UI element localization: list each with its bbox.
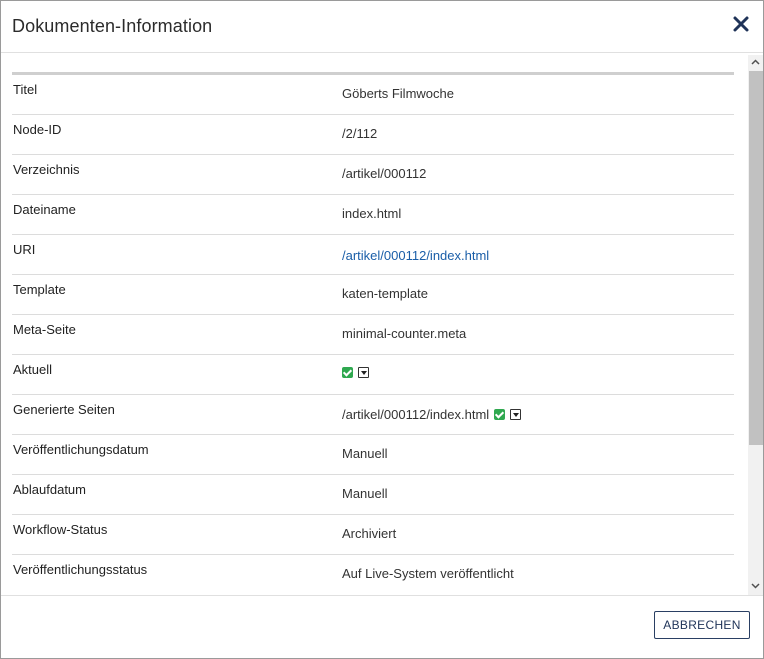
row-value-publish-date: Manuell <box>342 446 388 461</box>
document-info-dialog: Dokumenten-Information Titel Göberts Fil… <box>0 0 764 659</box>
vertical-scrollbar[interactable] <box>748 55 763 595</box>
row-label-directory: Verzeichnis <box>13 162 80 177</box>
scroll-up-arrow-icon[interactable] <box>748 55 763 69</box>
cancel-button[interactable]: ABBRECHEN <box>654 611 750 639</box>
table-row: Meta-Seite minimal-counter.meta <box>12 315 734 355</box>
row-label-publish-date: Veröffentlichungsdatum <box>13 442 149 457</box>
uri-link[interactable]: /artikel/000112/index.html <box>342 248 489 263</box>
row-label-generated-pages: Generierte Seiten <box>13 402 115 417</box>
row-label-title: Titel <box>13 82 38 97</box>
row-label-expiry-date: Ablaufdatum <box>13 482 86 497</box>
dropdown-icon[interactable] <box>510 409 522 420</box>
table-row: Titel Göberts Filmwoche <box>12 75 734 115</box>
dialog-header: Dokumenten-Information <box>1 1 763 53</box>
row-value-filename: index.html <box>342 206 402 221</box>
row-label-filename: Dateiname <box>13 202 76 217</box>
close-icon[interactable] <box>731 14 751 34</box>
row-value-current <box>342 367 369 378</box>
row-value-directory: /artikel/000112 <box>342 166 427 181</box>
dialog-content: Titel Göberts Filmwoche Node-ID /2/112 V… <box>1 54 763 594</box>
table-row: Veröffentlichungsstatus Auf Live-System … <box>12 555 734 594</box>
row-label-workflow-status: Workflow-Status <box>13 522 108 537</box>
row-value-workflow-status: Archiviert <box>342 526 397 541</box>
table-row: Ablaufdatum Manuell <box>12 475 734 515</box>
row-value-template: katen-template <box>342 286 428 301</box>
row-label-node-id: Node-ID <box>13 122 62 137</box>
table-row: Aktuell <box>12 355 734 395</box>
generated-page-path: /artikel/000112/index.html <box>342 407 490 422</box>
table-row: URI /artikel/000112/index.html <box>12 235 734 275</box>
dropdown-icon[interactable] <box>358 367 369 378</box>
row-label-template: Template <box>13 282 66 297</box>
scrollbar-thumb[interactable] <box>749 71 763 445</box>
row-value-meta-page: minimal-counter.meta <box>342 326 467 341</box>
check-icon <box>494 409 506 420</box>
info-table: Titel Göberts Filmwoche Node-ID /2/112 V… <box>12 75 734 594</box>
table-row: Generierte Seiten /artikel/000112/index.… <box>12 395 734 435</box>
row-label-publish-status: Veröffentlichungsstatus <box>13 562 148 577</box>
row-value-title: Göberts Filmwoche <box>342 86 454 101</box>
table-row: Workflow-Status Archiviert <box>12 515 734 555</box>
table-row: Veröffentlichungsdatum Manuell <box>12 435 734 475</box>
row-value-generated-pages: /artikel/000112/index.html <box>342 407 522 422</box>
dialog-title: Dokumenten-Information <box>12 16 213 36</box>
row-value-node-id: /2/112 <box>342 126 378 141</box>
row-value-publish-status: Auf Live-System veröffentlicht <box>342 566 514 581</box>
scroll-down-arrow-icon[interactable] <box>748 579 763 593</box>
table-row: Dateiname index.html <box>12 195 734 235</box>
check-icon <box>342 367 353 378</box>
row-label-current: Aktuell <box>13 362 53 377</box>
dialog-footer: ABBRECHEN <box>1 595 763 658</box>
row-label-meta-page: Meta-Seite <box>13 322 76 337</box>
table-row: Node-ID /2/112 <box>12 115 734 155</box>
table-row: Template katen-template <box>12 275 734 315</box>
row-label-uri: URI <box>13 242 36 257</box>
table-row: Verzeichnis /artikel/000112 <box>12 155 734 195</box>
row-value-expiry-date: Manuell <box>342 486 388 501</box>
